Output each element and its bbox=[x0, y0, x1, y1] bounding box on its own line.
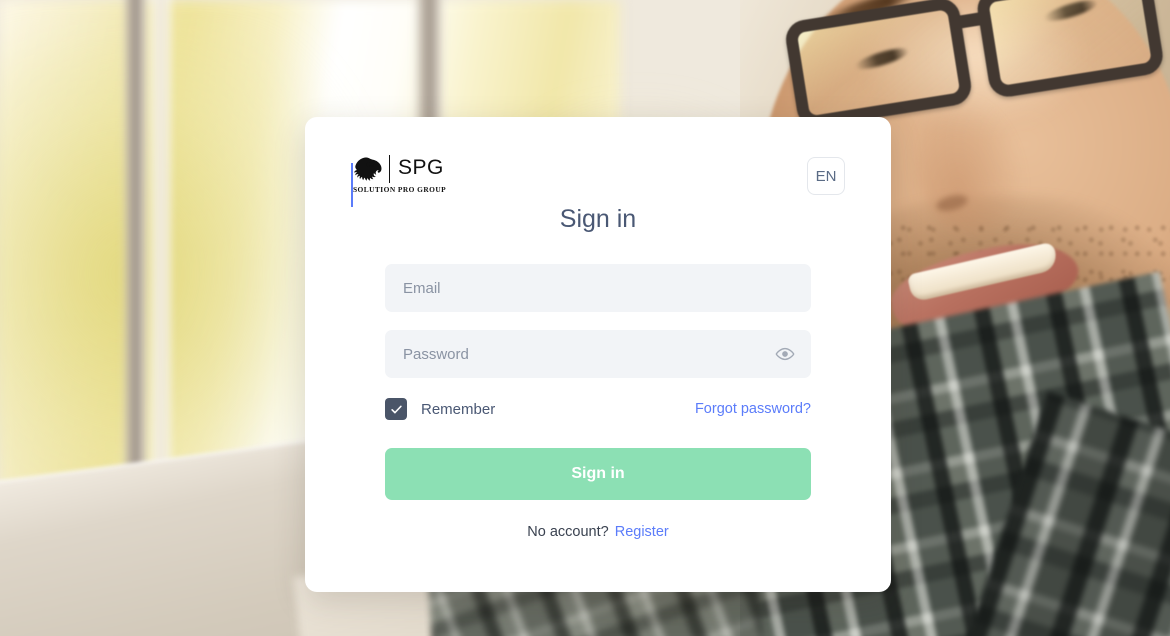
register-row: No account? Register bbox=[385, 524, 811, 540]
glasses-lens-left bbox=[783, 0, 974, 130]
brand-tagline: SOLUTION PRO GROUP bbox=[353, 185, 447, 194]
remember-me-label: Remember bbox=[421, 400, 496, 418]
checkbox-box bbox=[385, 398, 407, 420]
register-link[interactable]: Register bbox=[615, 524, 669, 540]
page-title: Sign in bbox=[559, 205, 637, 233]
login-card: SPG SOLUTION PRO GROUP EN Sign in Email … bbox=[305, 117, 891, 592]
brand-logo: SPG SOLUTION PRO GROUP bbox=[351, 155, 446, 207]
remember-me-checkbox[interactable]: Remember bbox=[385, 398, 495, 420]
window-mullion-left bbox=[122, 0, 150, 520]
sign-in-button[interactable]: Sign in bbox=[385, 448, 811, 500]
password-visibility-toggle[interactable] bbox=[773, 342, 797, 366]
logo-divider bbox=[389, 155, 390, 183]
eye-icon bbox=[775, 347, 795, 361]
login-form: Remember Forgot password? Sign in No acc… bbox=[305, 264, 891, 540]
brand-name: SPG bbox=[398, 156, 444, 179]
card-header: SPG SOLUTION PRO GROUP EN bbox=[305, 117, 891, 207]
password-input[interactable] bbox=[385, 330, 811, 378]
window-frame-left bbox=[150, 0, 172, 520]
checkmark-icon bbox=[390, 405, 402, 413]
glasses-lens-right bbox=[974, 0, 1166, 100]
language-selector[interactable]: EN bbox=[807, 157, 845, 195]
password-field-wrapper bbox=[385, 330, 811, 378]
lion-head-icon bbox=[354, 157, 382, 181]
email-field-wrapper bbox=[385, 264, 811, 312]
no-account-text: No account? bbox=[527, 524, 609, 540]
email-input[interactable] bbox=[385, 264, 811, 312]
language-label: EN bbox=[815, 167, 837, 185]
forgot-password-link[interactable]: Forgot password? bbox=[695, 401, 811, 417]
login-page: SPG SOLUTION PRO GROUP EN Sign in Email … bbox=[0, 0, 1170, 636]
form-options-row: Remember Forgot password? bbox=[385, 398, 811, 420]
